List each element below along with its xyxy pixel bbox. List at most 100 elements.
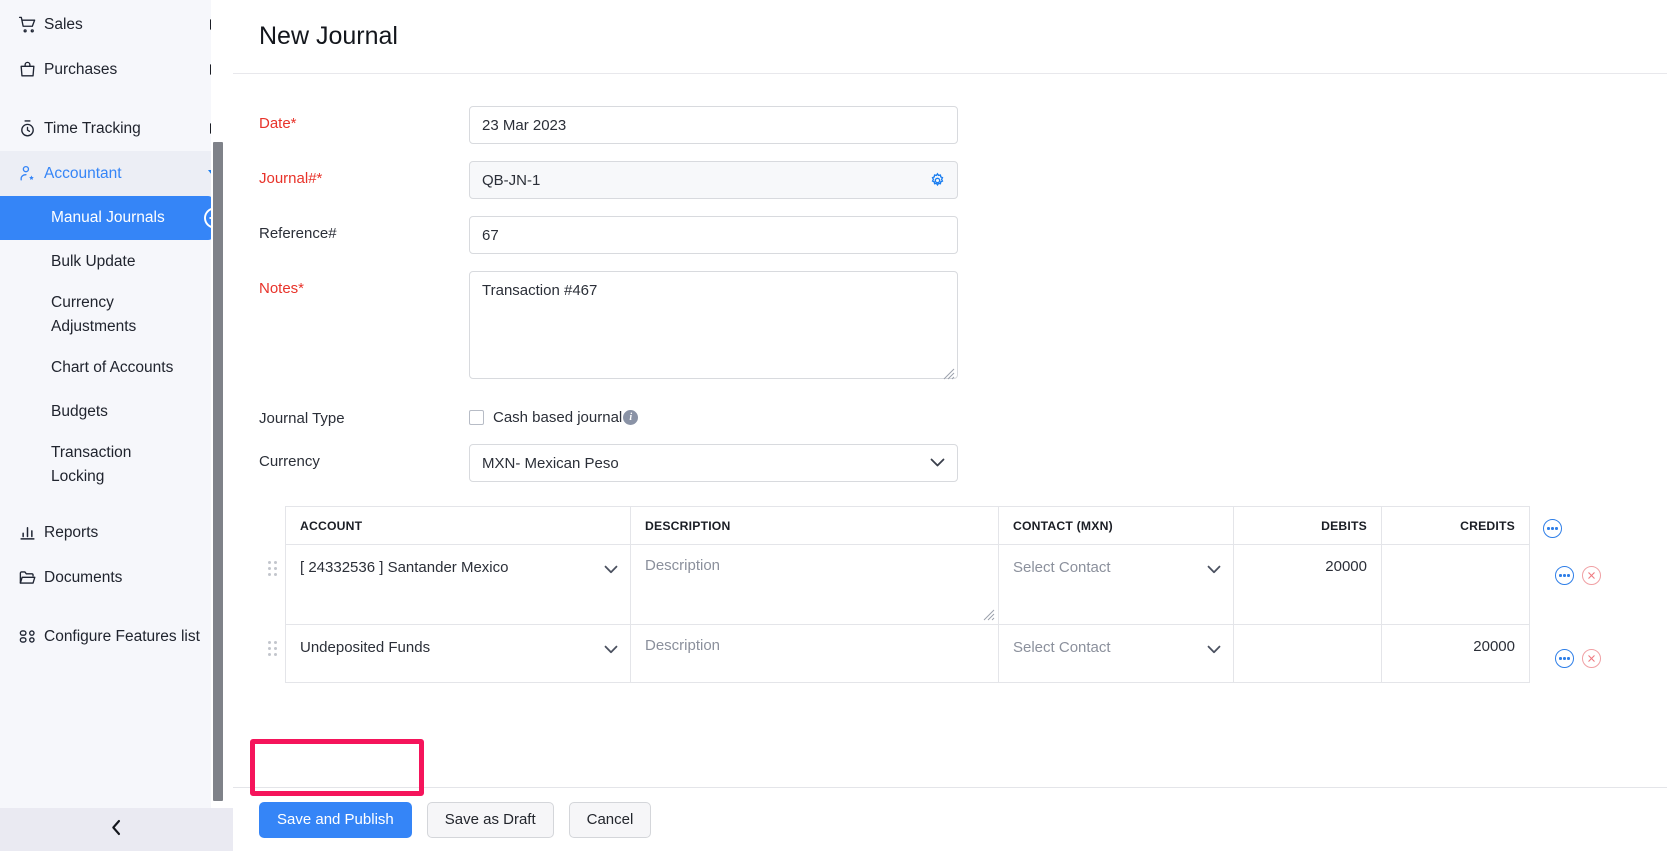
gear-icon[interactable]	[927, 170, 947, 190]
debits-value-row-2	[1234, 625, 1381, 638]
cell-account: [ 24332536 ] Santander Mexico	[286, 545, 631, 625]
chevron-down-icon	[930, 455, 945, 472]
page-title: New Journal	[259, 22, 398, 51]
reference-input[interactable]	[469, 216, 958, 254]
field-row-notes: Notes* Transaction #467	[259, 271, 1667, 384]
bag-icon	[18, 60, 44, 79]
account-select-row-2[interactable]: Undeposited Funds	[286, 625, 630, 669]
sidebar-item-accountant[interactable]: Accountant	[0, 151, 233, 196]
save-as-draft-button[interactable]: Save as Draft	[427, 802, 554, 838]
journal-type-control: Cash based journal i	[469, 401, 958, 426]
table-row: Undeposited Funds Description	[286, 625, 1530, 683]
reference-control	[469, 216, 958, 254]
account-value: Undeposited Funds	[300, 639, 430, 656]
page-header: New Journal	[233, 0, 1667, 74]
date-input[interactable]	[469, 106, 958, 144]
sidebar-item-time-tracking[interactable]: Time Tracking	[0, 106, 233, 151]
sidebar-item-label: Bulk Update	[51, 250, 135, 274]
sidebar-item-documents[interactable]: Documents	[0, 555, 233, 600]
sidebar-item-bulk-update[interactable]: Bulk Update	[0, 240, 233, 284]
chevron-down-icon	[1207, 561, 1221, 578]
reference-label: Reference#	[259, 216, 469, 242]
drag-handle-icon[interactable]	[268, 561, 280, 577]
cell-contact: Select Contact	[999, 545, 1234, 625]
resize-grip-icon	[981, 607, 995, 621]
cell-debits[interactable]	[1234, 625, 1382, 683]
cell-credits[interactable]	[1382, 545, 1530, 625]
table-header-actions	[1543, 519, 1562, 538]
cell-credits[interactable]: 20000	[1382, 625, 1530, 683]
date-control	[469, 106, 958, 144]
row-actions-row-2	[1555, 649, 1601, 668]
column-header-description: DESCRIPTION	[631, 507, 999, 545]
journal-number-control	[469, 161, 958, 199]
more-options-icon[interactable]	[1555, 566, 1574, 585]
cart-icon	[18, 15, 44, 34]
cell-contact: Select Contact	[999, 625, 1234, 683]
cell-description[interactable]: Description	[631, 625, 999, 683]
sidebar-item-reports[interactable]: Reports	[0, 510, 233, 555]
more-options-icon[interactable]	[1555, 649, 1574, 668]
credits-value-row-2: 20000	[1382, 625, 1529, 655]
delete-row-icon[interactable]	[1582, 566, 1601, 585]
sidebar-collapse-button[interactable]	[0, 808, 233, 851]
save-and-publish-button[interactable]: Save and Publish	[259, 802, 412, 838]
field-row-journal-number: Journal#*	[259, 161, 1667, 199]
sidebar-item-purchases[interactable]: Purchases	[0, 47, 233, 92]
sidebar: Sales Purchases Time Tracking	[0, 0, 233, 851]
cell-description[interactable]: Description	[631, 545, 999, 625]
row-actions-row-1	[1555, 566, 1601, 585]
credits-value-row-1	[1382, 545, 1529, 558]
drag-handle-icon[interactable]	[268, 641, 280, 657]
sidebar-scrollbar-thumb[interactable]	[213, 142, 223, 801]
sidebar-item-sales[interactable]: Sales	[0, 2, 233, 47]
account-select-row-1[interactable]: [ 24332536 ] Santander Mexico	[286, 545, 630, 589]
column-header-contact: CONTACT (MXN)	[999, 507, 1234, 545]
description-placeholder-row-1: Description	[631, 545, 998, 574]
chevron-left-icon	[110, 819, 123, 841]
journal-number-label: Journal#*	[259, 161, 469, 187]
contact-select-row-2[interactable]: Select Contact	[999, 625, 1233, 669]
timer-icon	[18, 119, 44, 138]
sidebar-item-chart-of-accounts[interactable]: Chart of Accounts	[0, 346, 233, 390]
currency-select[interactable]: MXN- Mexican Peso	[469, 444, 958, 482]
sidebar-item-label: Transaction Locking	[51, 441, 151, 489]
notes-control: Transaction #467	[469, 271, 958, 384]
sidebar-item-label: Chart of Accounts	[51, 356, 173, 380]
cell-account: Undeposited Funds	[286, 625, 631, 683]
field-row-journal-type: Journal Type Cash based journal i	[259, 401, 1667, 427]
contact-select-row-1[interactable]: Select Contact	[999, 545, 1233, 589]
line-items-table-wrapper: ACCOUNT DESCRIPTION CONTACT (MXN) DEBITS…	[259, 506, 1667, 683]
chevron-down-icon	[604, 561, 618, 578]
sidebar-item-label: Configure Features list	[44, 628, 200, 646]
cell-debits[interactable]: 20000	[1234, 545, 1382, 625]
delete-row-icon[interactable]	[1582, 649, 1601, 668]
sidebar-item-budgets[interactable]: Budgets	[0, 390, 233, 434]
sidebar-item-transaction-locking[interactable]: Transaction Locking	[0, 434, 233, 496]
sidebar-item-label: Sales	[44, 16, 83, 34]
sidebar-item-label: Budgets	[51, 400, 108, 424]
sidebar-spacer	[0, 92, 233, 106]
sidebar-item-label: Reports	[44, 524, 98, 542]
notes-textarea[interactable]: Transaction #467	[469, 271, 958, 379]
journal-form: Date* Journal#* Reference#	[233, 74, 1667, 851]
field-row-currency: Currency MXN- Mexican Peso	[259, 444, 1667, 482]
column-header-debits: DEBITS	[1234, 507, 1382, 545]
cancel-button[interactable]: Cancel	[569, 802, 652, 838]
info-icon[interactable]: i	[623, 410, 638, 425]
app-root: Sales Purchases Time Tracking	[0, 0, 1667, 851]
debits-value-row-1: 20000	[1234, 545, 1381, 575]
more-options-icon[interactable]	[1543, 519, 1562, 538]
account-value: [ 24332536 ] Santander Mexico	[300, 559, 508, 576]
table-header-row: ACCOUNT DESCRIPTION CONTACT (MXN) DEBITS…	[286, 507, 1530, 545]
field-row-reference: Reference#	[259, 216, 1667, 254]
sidebar-item-currency-adjustments[interactable]: Currency Adjustments	[0, 284, 233, 346]
sidebar-item-label: Accountant	[44, 165, 122, 183]
sidebar-item-label: Purchases	[44, 61, 117, 79]
features-icon	[18, 627, 44, 646]
sidebar-item-configure-features[interactable]: Configure Features list	[0, 614, 233, 659]
journal-number-input[interactable]	[469, 161, 958, 199]
cash-based-journal-checkbox[interactable]	[469, 410, 484, 425]
sidebar-item-label: Documents	[44, 569, 122, 587]
sidebar-item-manual-journals[interactable]: Manual Journals	[0, 196, 214, 240]
